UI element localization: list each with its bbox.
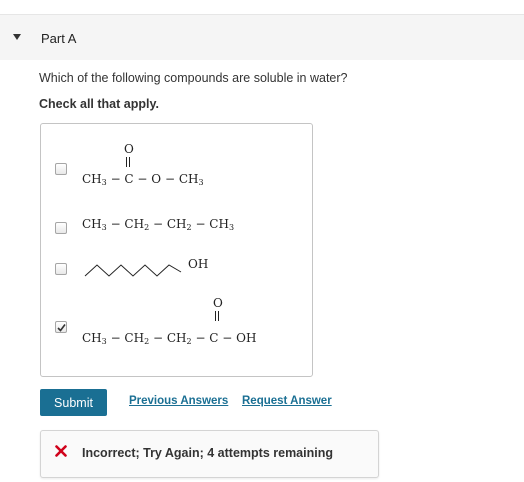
zigzag-chain-icon <box>84 264 182 277</box>
x-icon <box>55 445 67 457</box>
option-1-formula: CH3 − C − O − CH3 <box>82 172 204 187</box>
question-instruction: Check all that apply. <box>39 97 159 111</box>
part-header[interactable] <box>0 15 524 60</box>
option-3-checkbox[interactable] <box>55 263 67 275</box>
checkmark-icon <box>57 324 66 332</box>
previous-answers-link[interactable]: Previous Answers <box>129 395 228 407</box>
collapse-triangle-icon[interactable] <box>13 34 21 40</box>
submit-button[interactable]: Submit <box>40 389 107 416</box>
option-1-carbonyl-oxygen: O <box>124 142 134 156</box>
option-1-double-bond <box>126 157 130 167</box>
option-2-formula: CH3 − CH2 − CH2 − CH3 <box>82 217 235 232</box>
request-answer-link[interactable]: Request Answer <box>242 395 332 407</box>
part-title: Part A <box>41 31 77 46</box>
option-2-checkbox[interactable] <box>55 222 67 234</box>
feedback-text: Incorrect; Try Again; 4 attempts remaini… <box>82 446 333 460</box>
feedback-box: Incorrect; Try Again; 4 attempts remaini… <box>40 430 379 478</box>
option-3-hydroxyl-label: OH <box>188 257 209 271</box>
option-4-formula: CH3 − CH2 − CH2 − C − OH <box>82 331 257 346</box>
option-4-checkbox[interactable] <box>55 321 67 333</box>
option-1-checkbox[interactable] <box>55 163 67 175</box>
option-4-carbonyl-oxygen: O <box>213 296 223 310</box>
option-4-double-bond <box>215 311 219 321</box>
question-prompt: Which of the following compounds are sol… <box>39 71 348 85</box>
